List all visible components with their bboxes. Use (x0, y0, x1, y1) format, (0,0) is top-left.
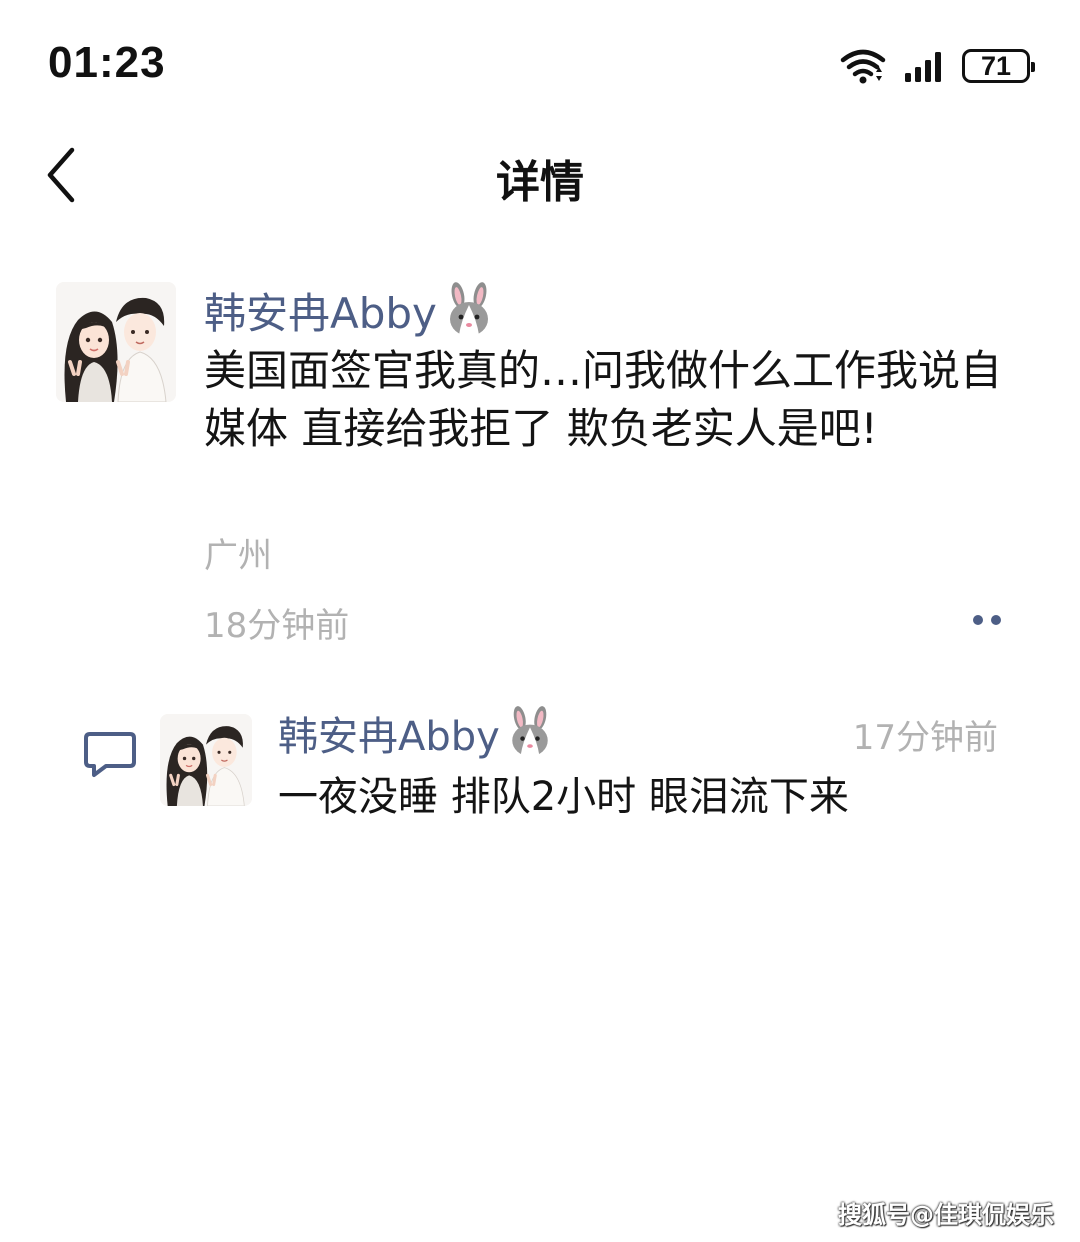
page-title: 详情 (496, 157, 584, 208)
post-location[interactable]: 广州 (204, 528, 272, 577)
post-author-avatar[interactable] (56, 282, 176, 402)
reply-time: 17分钟前 (852, 718, 998, 758)
post-author-name[interactable]: 韩安冉Abby (204, 280, 437, 341)
post-author[interactable]: 韩安冉Abby (204, 280, 499, 341)
battery-level: 71 (980, 50, 1012, 81)
battery-icon: 71 (962, 49, 1035, 83)
reply-author-avatar[interactable] (160, 714, 252, 806)
signal-icon (904, 49, 948, 83)
rabbit-face-icon (439, 281, 499, 341)
watermark: 搜狐号@佳琪侃娱乐 (838, 1201, 1054, 1229)
post-content: 美国面签官我真的…问我做什么工作我说自媒体 直接给我拒了 欺负老实人是吧! (204, 346, 1003, 453)
status-time: 01:23 (48, 38, 166, 87)
reply-author[interactable]: 韩安冉Abby (278, 704, 558, 762)
rabbit-face-icon (502, 705, 558, 761)
wifi-icon (840, 48, 886, 84)
post-time: 18分钟前 (204, 606, 350, 646)
reply-author-name[interactable]: 韩安冉Abby (278, 704, 500, 762)
reply-content: 一夜没睡 排队2小时 眼泪流下来 (278, 774, 849, 820)
status-icons: 71 (840, 46, 1035, 86)
more-dots-icon (973, 615, 1001, 625)
comment-icon[interactable] (84, 730, 136, 778)
status-bar: 01:23 71 (0, 0, 1080, 120)
more-button[interactable] (966, 608, 1006, 632)
nav-bar: 详情 (0, 120, 1080, 230)
battery-cap (1031, 62, 1035, 72)
